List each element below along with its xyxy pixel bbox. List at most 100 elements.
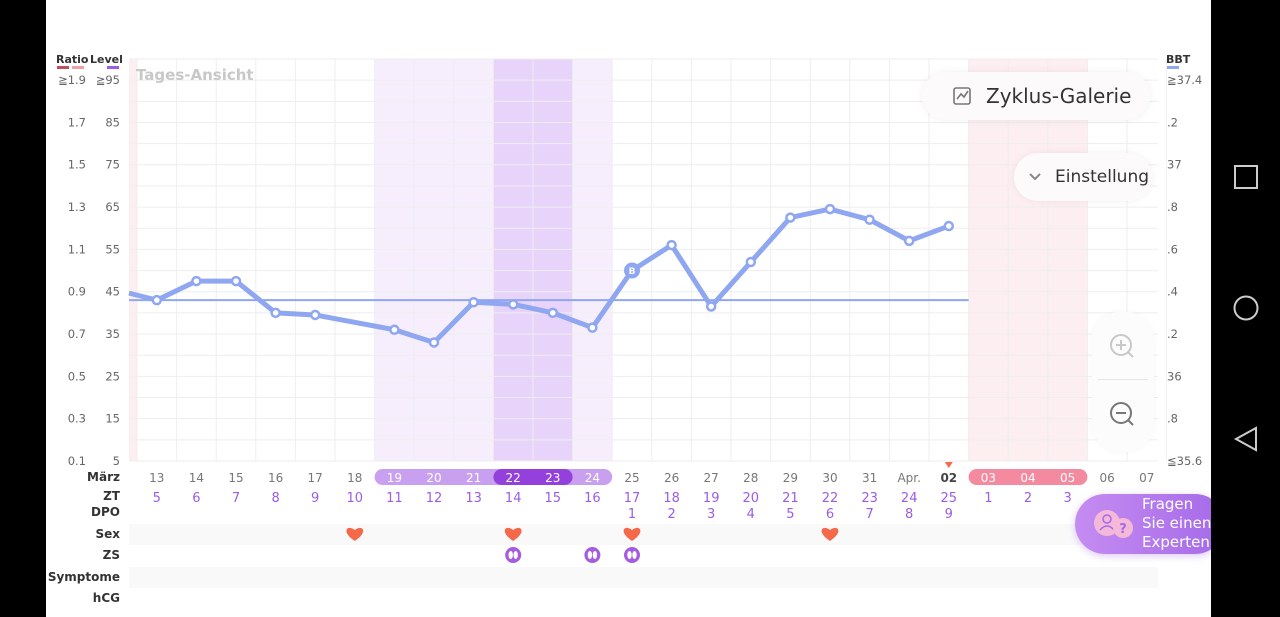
date-label: 29 <box>783 471 798 485</box>
bbt-tick: .4 <box>1167 285 1178 299</box>
zt-value: 21 <box>782 491 799 506</box>
zt-value: 11 <box>386 491 403 506</box>
cycle-chart-screen: Ratio Level ≧1.9 ≧95 ≧37.4 1.7 85.2 1.5 75 37 1.3 6… <box>46 0 1211 617</box>
zt-value: 3 <box>1063 491 1071 506</box>
zt-value: 17 <box>624 491 641 506</box>
ratio-header: Ratio <box>56 53 89 66</box>
level-tick: 45 <box>105 285 120 299</box>
zt-value: 24 <box>901 491 918 506</box>
bbt-tick: 37 <box>1167 158 1182 172</box>
date-label: 18 <box>347 471 362 485</box>
zt-value: 7 <box>232 491 240 506</box>
ratio-legend-swatch <box>57 66 69 69</box>
zt-value: 20 <box>743 491 760 506</box>
ratio-tick: 0.7 <box>68 327 86 341</box>
row-label-symptoms: Symptome <box>47 570 120 584</box>
bbt-point <box>270 307 281 319</box>
bbt-header: BBT <box>1166 53 1191 66</box>
settings-button[interactable]: Einstellung <box>1014 153 1152 201</box>
date-label: 22 <box>506 471 521 485</box>
date-label: Apr. <box>897 471 920 485</box>
ratio-tick: 0.9 <box>68 285 86 299</box>
bbt-point <box>903 235 915 247</box>
level-tick: 55 <box>105 242 120 256</box>
date-label: 31 <box>862 471 877 485</box>
bbt-point <box>547 307 559 319</box>
zt-value: 19 <box>703 491 720 506</box>
date-label: 07 <box>1139 471 1154 485</box>
cervical-mucus-icon-detail <box>627 551 632 559</box>
zoom-in-icon[interactable] <box>1108 332 1138 362</box>
zt-value: 10 <box>347 491 364 506</box>
level-legend-swatch <box>107 66 119 69</box>
dpo-value: 3 <box>707 507 715 522</box>
row-label-sex: Sex <box>95 527 120 541</box>
date-label: 13 <box>149 471 164 485</box>
bbt-tick: .6 <box>1167 242 1178 256</box>
dpo-value: 7 <box>865 507 873 522</box>
bbt-point <box>745 256 757 268</box>
bbt-point <box>943 220 955 232</box>
row-label-hcg: hCG <box>92 591 120 605</box>
date-label: 06 <box>1100 471 1115 485</box>
date-label: 02 <box>940 471 957 485</box>
ask-expert-line-3: Experten <box>1142 533 1210 551</box>
bbt-point <box>864 214 875 225</box>
cervical-mucus-icon-detail <box>587 551 593 559</box>
zt-value: 25 <box>941 491 958 506</box>
level-header: Level <box>90 53 123 66</box>
ask-expert-button[interactable]: ? Fragen Sie einen Experten <box>1075 494 1211 554</box>
bbt-point <box>587 322 598 333</box>
cycle-gallery-button[interactable]: Zyklus-Galerie <box>922 72 1150 120</box>
chevron-down-icon <box>1029 173 1041 181</box>
recent-apps-icon[interactable] <box>1233 164 1259 190</box>
bbt-point <box>151 294 163 306</box>
day-band <box>414 59 454 461</box>
zoom-divider <box>1098 379 1148 380</box>
ratio-tick: 1.5 <box>68 158 86 172</box>
today-marker <box>944 462 953 468</box>
dpo-value: 1 <box>628 507 636 522</box>
date-label: 17 <box>308 471 323 485</box>
dpo-value: 6 <box>826 507 834 522</box>
zt-value: 16 <box>584 491 601 506</box>
date-label: 27 <box>704 471 719 485</box>
home-icon[interactable] <box>1233 295 1259 321</box>
bbt-tick: .2 <box>1167 327 1178 341</box>
day-band <box>453 59 494 461</box>
level-tick: 35 <box>105 327 120 341</box>
date-label: 03 <box>981 471 996 485</box>
row-label-zt: ZT <box>103 489 120 503</box>
date-label: 25 <box>624 471 639 485</box>
cervical-mucus-icon <box>584 547 601 563</box>
zoom-out-icon[interactable] <box>1108 400 1138 430</box>
symptoms-row-bg <box>129 567 1158 588</box>
zt-value: 9 <box>311 491 319 506</box>
zt-value: 12 <box>426 491 443 506</box>
bbt-point <box>230 275 242 287</box>
day-band <box>572 59 613 461</box>
date-label: 28 <box>743 471 758 485</box>
date-label: 04 <box>1020 471 1035 485</box>
back-icon[interactable] <box>1233 426 1259 452</box>
level-tick: ≧95 <box>96 73 120 87</box>
zt-value: 15 <box>545 491 562 506</box>
zt-value: 22 <box>822 491 839 506</box>
date-label: 26 <box>664 471 679 485</box>
cervical-mucus-icon-detail <box>513 551 518 559</box>
zt-value: 5 <box>153 491 161 506</box>
bbt-legend-swatch <box>1167 66 1179 69</box>
svg-text:?: ? <box>1119 522 1127 537</box>
cervical-mucus-icon <box>505 547 522 563</box>
ratio-tick: 0.3 <box>68 412 86 426</box>
day-band <box>533 59 573 461</box>
bbt-point <box>507 299 519 310</box>
bbt-point <box>428 337 440 348</box>
dpo-value: 4 <box>747 507 755 522</box>
bbt-point <box>191 275 202 287</box>
day-band <box>493 59 533 461</box>
zt-value: 6 <box>192 491 200 506</box>
cervical-mucus-icon <box>624 547 640 563</box>
ratio-tick: 0.1 <box>68 454 86 468</box>
date-label: 15 <box>228 471 243 485</box>
